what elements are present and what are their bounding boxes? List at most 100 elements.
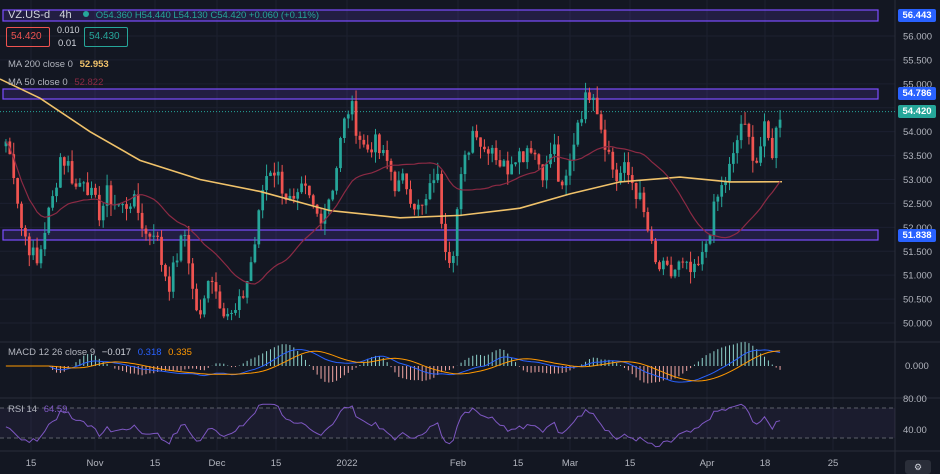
candle-body [335, 168, 338, 191]
candle-body [129, 206, 132, 209]
price-tag-zone-low: 51.838 [898, 229, 936, 242]
candle-body [39, 249, 43, 264]
candle-body [424, 199, 428, 206]
candle-body [708, 235, 712, 244]
rsi-legend[interactable]: RSI 14 64.59 [8, 404, 67, 415]
y-tick-label: 53.000 [903, 175, 932, 186]
candle-body [167, 276, 171, 292]
symbol-header: VZ.US-d 4h O54.360 H54.440 L54.130 C54.4… [8, 9, 319, 21]
y-tick-label: 51.000 [903, 271, 932, 282]
candle-body [564, 175, 568, 186]
candle-body [732, 153, 735, 164]
y-tick-label: 50.000 [903, 319, 932, 330]
ma50-legend[interactable]: MA 50 close 0 52.822 [8, 77, 103, 88]
ma200-value: 52.953 [79, 59, 109, 70]
candle-body [300, 183, 303, 193]
candle-body [94, 187, 97, 195]
candle-body [626, 162, 630, 176]
candle-body [654, 240, 657, 263]
macd-tick-label: 0.000 [905, 361, 929, 372]
candle-body [498, 160, 502, 167]
candle-body [374, 134, 377, 153]
candle-body [553, 144, 556, 155]
sell-button[interactable]: 54.420 [6, 27, 50, 47]
candle-body [276, 171, 280, 176]
candle-body [183, 234, 187, 236]
candle-body [62, 157, 66, 166]
candle-body [148, 233, 152, 237]
candle-body [673, 269, 677, 277]
candle-body [237, 296, 241, 311]
candle-body [226, 313, 230, 317]
candle-body [187, 234, 191, 264]
candle-body [272, 172, 276, 176]
candle-body [218, 291, 222, 309]
candle-body [222, 308, 226, 317]
price-tag-current: 54.420 [898, 105, 936, 118]
candle-body [770, 137, 774, 159]
candle-body [331, 190, 335, 200]
candle-body [572, 144, 576, 161]
spread-top: 0.010 [57, 25, 80, 35]
macd-legend[interactable]: MACD 12 26 close 9 −0.017 0.318 0.335 [8, 347, 192, 358]
candle-body [763, 121, 766, 147]
candle-body [296, 192, 300, 199]
candle-body [560, 181, 564, 186]
ma50-label: MA 50 close 0 [8, 77, 68, 88]
candle-body [370, 149, 373, 153]
candle-body [475, 130, 478, 138]
candle-body [354, 101, 358, 136]
candle-body [588, 92, 591, 101]
candle-body [210, 280, 214, 283]
symbol-name[interactable]: VZ.US-d [8, 9, 50, 21]
candle-body [304, 183, 307, 186]
candle-body [720, 185, 724, 197]
candle-body [642, 192, 646, 213]
candle-body [619, 172, 622, 182]
candle-body [568, 160, 572, 176]
candle-body [265, 176, 268, 191]
candle-body [74, 183, 78, 187]
candle-body [195, 288, 198, 311]
candle-body [463, 154, 467, 175]
candle-body [658, 262, 661, 270]
candle-body [249, 262, 253, 281]
candle-body [105, 185, 109, 206]
candle-body [778, 119, 782, 128]
candle-body [623, 162, 626, 173]
candle-body [739, 123, 743, 141]
candle-body [697, 263, 700, 265]
candle-body [413, 203, 416, 210]
rsi-band [0, 408, 895, 438]
candle-body [490, 147, 494, 154]
candle-body [327, 199, 331, 211]
x-tick-label: 15 [271, 458, 282, 469]
candle-body [86, 182, 89, 196]
ma200-legend[interactable]: MA 200 close 0 52.953 [8, 59, 109, 70]
buy-button[interactable]: 54.430 [84, 27, 128, 47]
ma50-value: 52.822 [74, 77, 104, 88]
candle-body [747, 123, 751, 137]
candle-body [518, 151, 521, 163]
x-tick-label: 15 [625, 458, 636, 469]
candle-body [292, 195, 296, 199]
price-chart[interactable]: 56.00055.50055.00054.50054.00053.50053.0… [0, 0, 940, 474]
candle-body [140, 212, 144, 229]
settings-badge[interactable]: ⚙ [905, 460, 931, 474]
macd-label: MACD 12 26 close 9 [8, 347, 96, 358]
candle-body [595, 97, 599, 115]
candle-body [409, 189, 412, 204]
x-tick-label: 15 [26, 458, 37, 469]
candle-body [416, 204, 420, 210]
candle-body [735, 140, 739, 154]
timeframe[interactable]: 4h [59, 9, 71, 21]
candle-body [191, 263, 195, 289]
candle-body [420, 204, 424, 206]
macd-hist-value: 0.335 [168, 347, 192, 358]
y-tick-label: 51.500 [903, 247, 932, 258]
candle-body [630, 175, 634, 184]
candle-body [432, 180, 436, 184]
candle-body [576, 122, 580, 145]
x-tick-label: Nov [87, 458, 104, 469]
candle-body [199, 310, 202, 315]
